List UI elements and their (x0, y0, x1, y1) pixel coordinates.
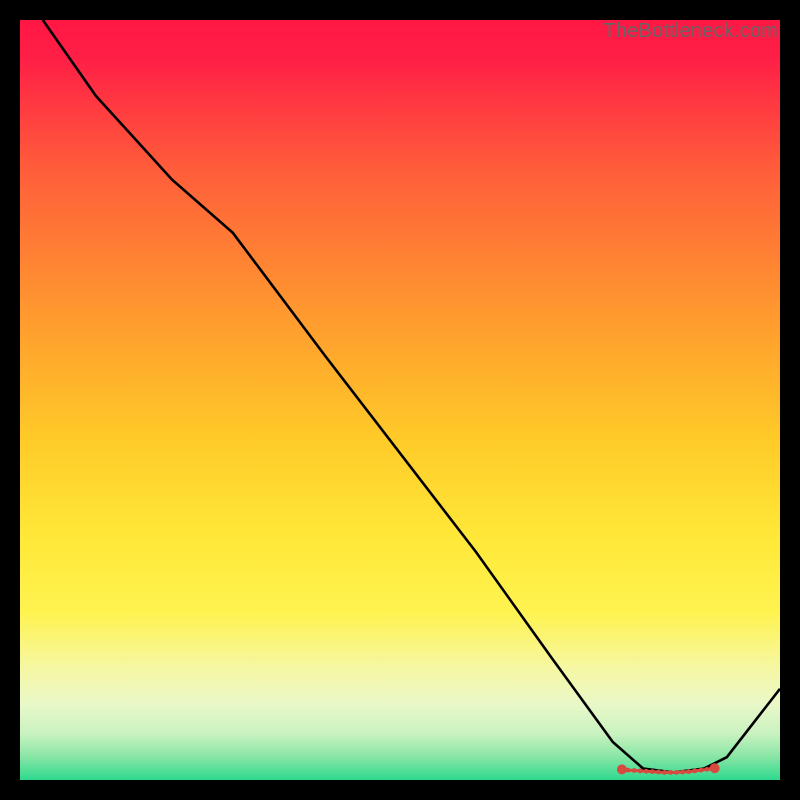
gradient-background (20, 20, 780, 780)
data-dot (686, 769, 691, 774)
data-dot (680, 770, 685, 775)
data-dot (662, 770, 667, 775)
data-dot (626, 768, 631, 773)
data-dot (674, 770, 679, 775)
data-dot (699, 768, 704, 773)
data-dot (617, 764, 627, 774)
data-dot (705, 767, 710, 772)
data-dot (644, 769, 649, 774)
data-dot (638, 768, 643, 773)
data-dot (632, 768, 637, 773)
watermark-text: TheBottleneck.com (603, 20, 778, 43)
data-dot (668, 770, 673, 775)
chart-frame: TheBottleneck.com (20, 20, 780, 780)
data-dot (710, 763, 720, 773)
data-dot (692, 768, 697, 773)
data-dot (656, 770, 661, 775)
chart-canvas (20, 20, 780, 780)
data-dot (650, 769, 655, 774)
